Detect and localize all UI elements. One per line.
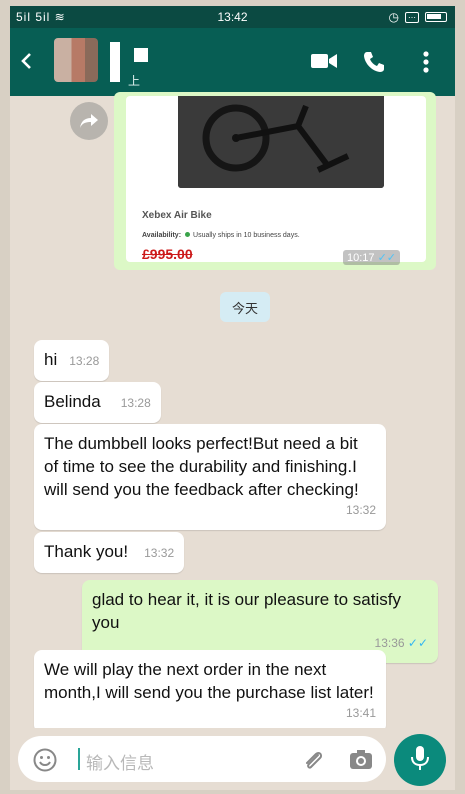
message-text: Thank you! bbox=[44, 542, 129, 561]
camera-icon[interactable] bbox=[348, 747, 374, 778]
avatar[interactable] bbox=[54, 38, 98, 82]
message-time: 13:41 bbox=[345, 706, 376, 720]
message-time: 10:17 ✓✓ bbox=[342, 250, 400, 265]
phone-screen: 5il 5il ≋ 13:42 ◷ ⋯ 上 Xebex Air Bike Ava… bbox=[10, 6, 455, 790]
message-incoming[interactable]: We will play the next order in the next … bbox=[34, 650, 386, 733]
message-text: Belinda bbox=[44, 392, 101, 411]
product-name: Xebex Air Bike bbox=[142, 210, 212, 221]
battery-icon bbox=[425, 12, 447, 22]
message-text: glad to hear it, it is our pleasure to s… bbox=[92, 590, 401, 632]
message-list[interactable]: Xebex Air Bike Availability: Usually ship… bbox=[10, 92, 455, 733]
composer: 输入信息 bbox=[10, 728, 455, 790]
input-placeholder: 输入信息 bbox=[86, 754, 154, 773]
mic-button[interactable] bbox=[394, 734, 446, 786]
message-incoming[interactable]: hi 13:28 bbox=[34, 340, 110, 381]
video-call-icon[interactable] bbox=[310, 50, 338, 77]
message-input[interactable]: 输入信息 bbox=[18, 736, 386, 782]
message-incoming[interactable]: Thank you! 13:32 bbox=[34, 532, 185, 573]
product-message[interactable]: Xebex Air Bike Availability: Usually ship… bbox=[114, 92, 436, 270]
read-ticks-icon: ✓✓ bbox=[377, 252, 396, 264]
mic-icon bbox=[410, 745, 430, 776]
more-vert-icon[interactable] bbox=[422, 50, 430, 79]
back-arrow-icon[interactable] bbox=[20, 48, 38, 74]
phone-icon[interactable] bbox=[362, 50, 386, 79]
message-incoming[interactable]: The dumbbell looks perfect!But need a bi… bbox=[34, 424, 386, 530]
text-caret bbox=[78, 748, 80, 770]
product-preview[interactable]: Xebex Air Bike Availability: Usually ship… bbox=[126, 96, 426, 265]
message-time: 13:28 bbox=[69, 354, 100, 368]
message-text: hi bbox=[44, 350, 58, 369]
nfc-icon: ⋯ bbox=[405, 11, 419, 23]
message-time: 13:28 bbox=[120, 396, 151, 410]
chat-header: 上 bbox=[10, 28, 455, 96]
date-divider: 今天 bbox=[220, 292, 270, 322]
read-ticks-icon: ✓✓ bbox=[407, 636, 428, 650]
availability: Availability: Usually ships in 10 busines… bbox=[142, 232, 300, 239]
product-image bbox=[178, 96, 384, 188]
contact-status: 上 bbox=[128, 74, 141, 88]
forward-icon[interactable] bbox=[70, 102, 108, 140]
emoji-icon[interactable] bbox=[32, 747, 58, 778]
message-text: We will play the next order in the next … bbox=[44, 660, 374, 702]
message-time: 13:32 bbox=[144, 546, 175, 560]
status-icons: ◷ ⋯ bbox=[389, 10, 447, 24]
attach-icon[interactable] bbox=[300, 747, 326, 778]
message-incoming[interactable]: Belinda 13:28 bbox=[34, 382, 161, 423]
status-bar: 5il 5il ≋ 13:42 ◷ ⋯ bbox=[10, 6, 455, 28]
message-time: 13:32 bbox=[345, 503, 376, 517]
message-text: The dumbbell looks perfect!But need a bi… bbox=[44, 434, 359, 499]
alarm-icon: ◷ bbox=[388, 10, 399, 24]
product-price: £995.00 bbox=[142, 246, 193, 262]
